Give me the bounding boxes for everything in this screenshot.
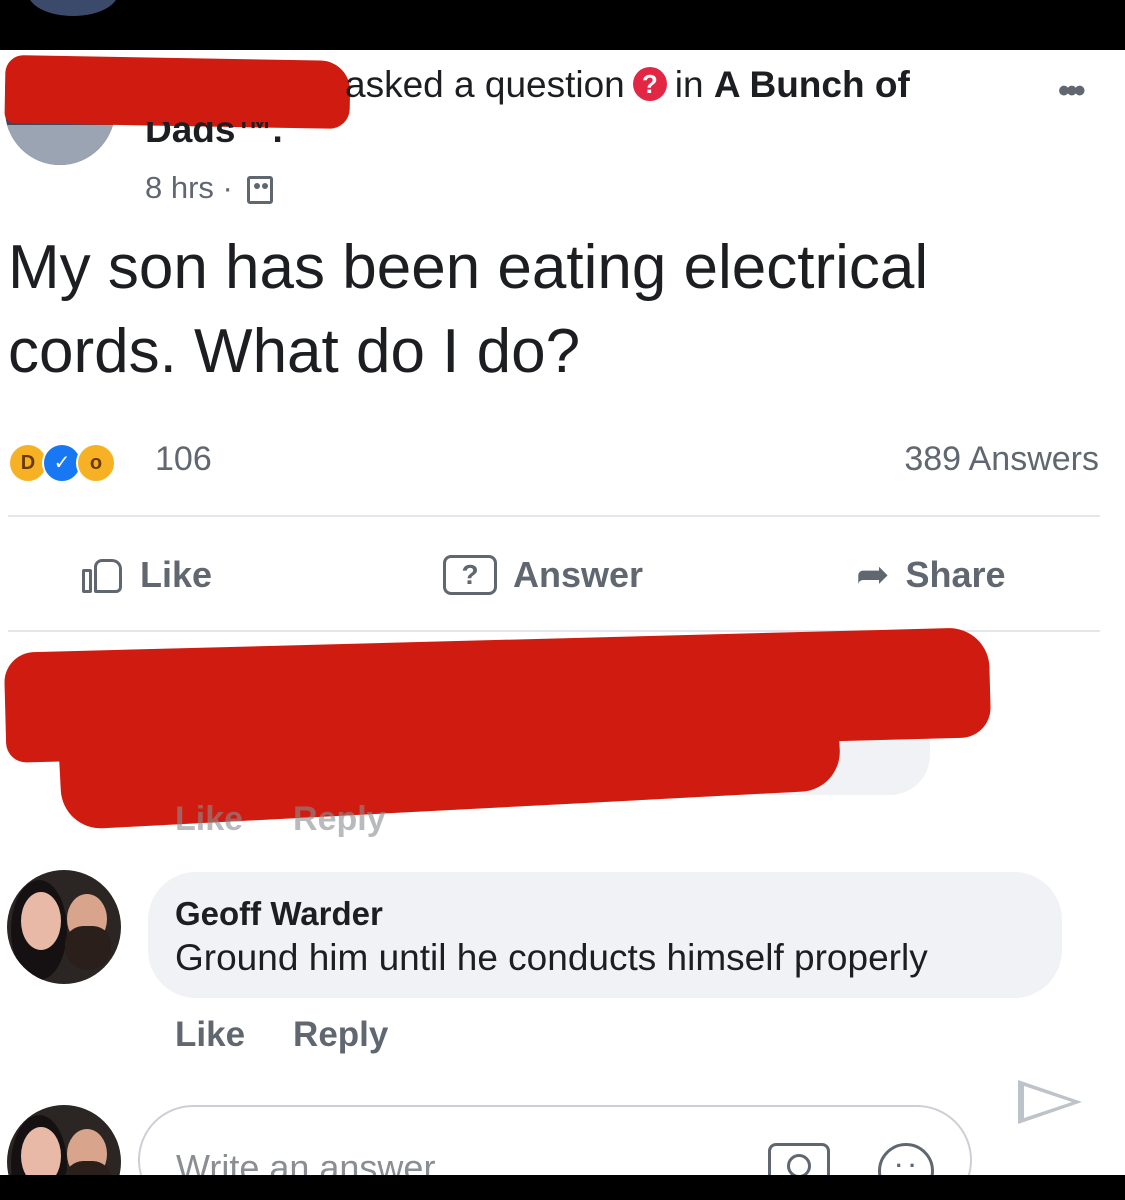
like-button[interactable]: Like bbox=[80, 550, 212, 600]
redacted-poster-name bbox=[4, 54, 351, 130]
post-time[interactable]: 8 hrs bbox=[145, 170, 214, 205]
redacted-like-link[interactable]: Like bbox=[175, 800, 243, 838]
time-separator: · bbox=[213, 170, 242, 205]
answer-input[interactable] bbox=[176, 1147, 736, 1175]
group-icon bbox=[247, 175, 274, 204]
share-button[interactable]: ➦ Share bbox=[856, 550, 1006, 600]
comment-bubble bbox=[148, 872, 1062, 998]
post-action-text: asked a question bbox=[345, 64, 625, 105]
share-label: Share bbox=[905, 554, 1006, 595]
comment-like-link[interactable]: Like bbox=[175, 1015, 245, 1054]
reaction-count[interactable]: 106 bbox=[155, 440, 212, 479]
answer-button[interactable]: ? Answer bbox=[443, 550, 643, 600]
group-name-link[interactable]: A Bunch of bbox=[714, 64, 910, 105]
camera-icon[interactable] bbox=[768, 1143, 830, 1175]
post-card: asked a question? in A Bunch of Dads™. ••… bbox=[0, 50, 1125, 1175]
comment-actions: Like Reply bbox=[175, 1015, 436, 1055]
question-mark-icon: ? bbox=[632, 67, 667, 102]
question-text: My son has been eating electrical cords.… bbox=[8, 233, 929, 386]
comment-text: Ground him until he conducts himself pro… bbox=[175, 937, 928, 978]
avatar-shirt bbox=[5, 125, 115, 165]
more-options-icon[interactable]: ••• bbox=[1058, 72, 1086, 111]
current-user-avatar bbox=[7, 1105, 121, 1175]
bottom-bar bbox=[0, 1175, 1125, 1200]
post-header: asked a question? in A Bunch of bbox=[345, 64, 910, 107]
answers-count[interactable]: 389 Answers bbox=[904, 440, 1099, 479]
answer-composer[interactable]: · · bbox=[138, 1105, 972, 1175]
top-bar bbox=[0, 0, 1125, 50]
commenter-avatar[interactable] bbox=[7, 870, 121, 984]
group-name-continued[interactable]: Dads™. bbox=[145, 122, 283, 148]
answer-label: Answer bbox=[513, 554, 644, 595]
comment-reply-link[interactable]: Reply bbox=[293, 1015, 388, 1054]
group-prefix: in bbox=[674, 64, 714, 105]
emoji-icon[interactable]: · · bbox=[878, 1143, 934, 1175]
share-arrow-icon: ➦ bbox=[856, 553, 890, 597]
top-avatar-fragment bbox=[28, 0, 118, 16]
question-bubble-icon: ? bbox=[443, 555, 497, 595]
like-label: Like bbox=[140, 554, 213, 595]
thumbs-up-icon bbox=[80, 555, 124, 595]
comment-author[interactable]: Geoff Warder bbox=[175, 895, 383, 933]
redacted-comment-actions: Like Reply bbox=[175, 800, 436, 839]
wow-reaction-icon: o bbox=[76, 443, 116, 483]
send-icon[interactable] bbox=[1018, 1080, 1082, 1124]
divider bbox=[8, 515, 1100, 517]
redacted-reply-link[interactable]: Reply bbox=[293, 800, 386, 838]
post-timestamp: 8 hrs · bbox=[145, 170, 274, 206]
